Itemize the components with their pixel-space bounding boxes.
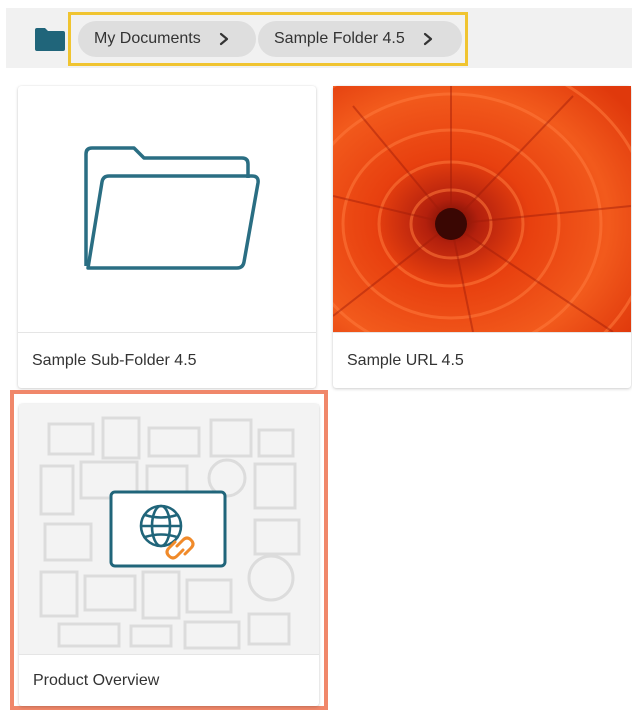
tile-title: Product Overview	[19, 654, 319, 706]
tile-title: Sample URL 4.5	[333, 332, 631, 388]
tile-thumbnail	[18, 86, 316, 332]
chevron-right-icon	[423, 32, 432, 46]
folder-icon[interactable]	[34, 26, 66, 52]
breadcrumb-label: Sample Folder 4.5	[274, 30, 405, 47]
placeholder-pattern	[39, 416, 301, 650]
breadcrumb-item-my-documents[interactable]: My Documents	[78, 21, 256, 57]
flower-image	[333, 86, 631, 332]
tile-sample-sub-folder[interactable]: Sample Sub-Folder 4.5	[18, 86, 316, 388]
open-folder-icon	[84, 146, 260, 270]
tile-sample-url[interactable]: Sample URL 4.5	[333, 86, 631, 388]
breadcrumb-label: My Documents	[94, 30, 201, 47]
tile-title: Sample Sub-Folder 4.5	[18, 332, 316, 388]
tile-thumbnail	[19, 404, 319, 654]
chevron-right-icon	[219, 32, 228, 46]
tile-product-overview[interactable]: Product Overview	[19, 404, 319, 706]
breadcrumb-item-sample-folder[interactable]: Sample Folder 4.5	[258, 21, 462, 57]
tile-thumbnail	[333, 86, 631, 332]
